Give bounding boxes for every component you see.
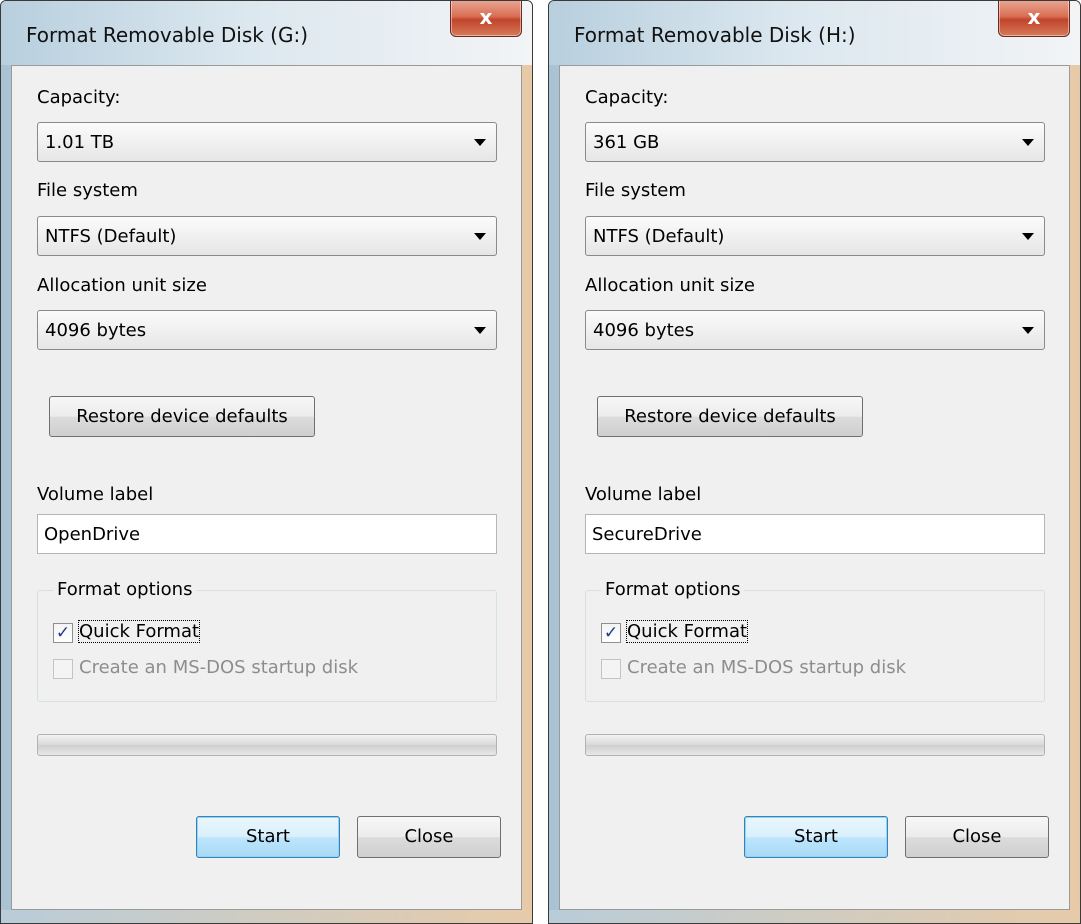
chevron-down-icon [474, 139, 486, 146]
title-bar[interactable]: Format Removable Disk (H:) x [549, 1, 1080, 65]
quick-format-checkbox[interactable]: ✓ [601, 623, 621, 643]
volume-label-label: Volume label [37, 484, 154, 505]
window-bottom-border [549, 910, 1080, 923]
format-progress-bar [37, 734, 497, 756]
capacity-value: 1.01 TB [45, 132, 115, 153]
title-bar[interactable]: Format Removable Disk (G:) x [1, 1, 532, 65]
capacity-label: Capacity: [37, 87, 121, 108]
chevron-down-icon [1022, 233, 1034, 240]
format-dialog-g: Format Removable Disk (G:) x Capacity: 1… [0, 0, 533, 924]
file-system-value: NTFS (Default) [593, 226, 725, 247]
format-dialog-h: Format Removable Disk (H:) x Capacity: 3… [548, 0, 1081, 924]
chevron-down-icon [1022, 327, 1034, 334]
format-options-group [585, 590, 1045, 702]
restore-defaults-button[interactable]: Restore device defaults [49, 396, 315, 437]
capacity-value: 361 GB [593, 132, 660, 153]
allocation-unit-label: Allocation unit size [585, 275, 755, 296]
capacity-label: Capacity: [585, 87, 669, 108]
allocation-unit-value: 4096 bytes [45, 320, 147, 341]
window-title: Format Removable Disk (G:) [26, 23, 309, 47]
window-close-button[interactable]: x [450, 1, 522, 37]
close-button[interactable]: Close [905, 816, 1049, 858]
file-system-label: File system [585, 180, 686, 201]
format-options-label: Format options [601, 579, 745, 600]
close-button[interactable]: Close [357, 816, 501, 858]
volume-label-label: Volume label [585, 484, 702, 505]
chevron-down-icon [474, 233, 486, 240]
volume-label-field[interactable] [37, 514, 497, 554]
format-options-label: Format options [53, 579, 197, 600]
quick-format-label[interactable]: Quick Format [77, 620, 201, 643]
close-icon: x [479, 5, 493, 29]
chevron-down-icon [1022, 139, 1034, 146]
file-system-value: NTFS (Default) [45, 226, 177, 247]
volume-label-input[interactable] [592, 524, 1032, 545]
allocation-unit-label: Allocation unit size [37, 275, 207, 296]
msdos-startup-label: Create an MS-DOS startup disk [627, 657, 907, 678]
window-bottom-border [1, 910, 532, 923]
file-system-label: File system [37, 180, 138, 201]
quick-format-label[interactable]: Quick Format [625, 620, 749, 643]
check-icon: ✓ [55, 623, 71, 643]
file-system-dropdown[interactable]: NTFS (Default) [585, 216, 1045, 256]
capacity-dropdown[interactable]: 1.01 TB [37, 122, 497, 162]
volume-label-field[interactable] [585, 514, 1045, 554]
allocation-unit-dropdown[interactable]: 4096 bytes [37, 310, 497, 350]
quick-format-checkbox[interactable]: ✓ [53, 623, 73, 643]
msdos-startup-checkbox [53, 659, 73, 679]
format-options-group [37, 590, 497, 702]
restore-defaults-button[interactable]: Restore device defaults [597, 396, 863, 437]
file-system-dropdown[interactable]: NTFS (Default) [37, 216, 497, 256]
close-icon: x [1027, 5, 1041, 29]
volume-label-input[interactable] [44, 524, 484, 545]
check-icon: ✓ [603, 623, 619, 643]
capacity-dropdown[interactable]: 361 GB [585, 122, 1045, 162]
allocation-unit-value: 4096 bytes [593, 320, 695, 341]
start-button[interactable]: Start [744, 816, 888, 858]
window-close-button[interactable]: x [998, 1, 1070, 37]
format-progress-bar [585, 734, 1045, 756]
chevron-down-icon [474, 327, 486, 334]
allocation-unit-dropdown[interactable]: 4096 bytes [585, 310, 1045, 350]
start-button[interactable]: Start [196, 816, 340, 858]
msdos-startup-checkbox [601, 659, 621, 679]
msdos-startup-label: Create an MS-DOS startup disk [79, 657, 359, 678]
window-title: Format Removable Disk (H:) [574, 23, 856, 47]
